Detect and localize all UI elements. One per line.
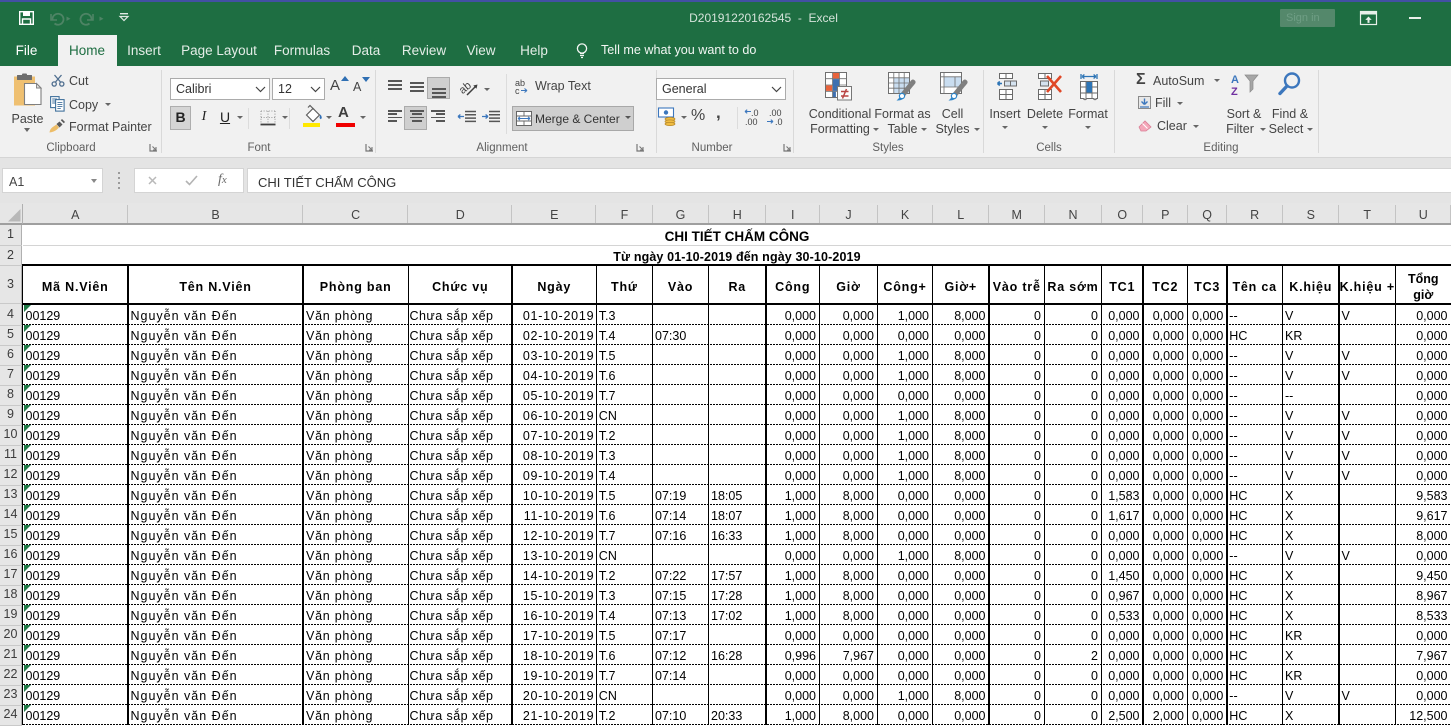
- svg-text:A: A: [1231, 74, 1239, 86]
- svg-text:Z: Z: [1231, 86, 1238, 98]
- svg-text:.0: .0: [775, 117, 783, 127]
- svg-text:ab: ab: [457, 80, 474, 97]
- svg-text:.00: .00: [745, 117, 758, 127]
- svg-text:c: c: [515, 86, 520, 96]
